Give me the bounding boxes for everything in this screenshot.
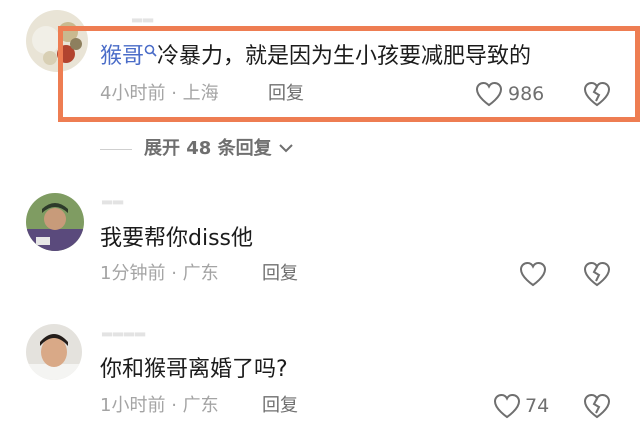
meta-separator: · bbox=[171, 395, 177, 416]
like-count: 74 bbox=[525, 395, 550, 417]
comment-location: 上海 bbox=[182, 83, 219, 104]
expand-replies-label: 展开 48 条回复 bbox=[144, 138, 272, 159]
reply-button[interactable]: 回复 bbox=[262, 394, 298, 418]
comment-meta: 4小时前 · 上海 bbox=[100, 82, 219, 106]
reply-button[interactable]: 回复 bbox=[268, 82, 304, 106]
faded-username: ▂▂▂▂ bbox=[102, 322, 146, 337]
faded-username: ▂▂ bbox=[132, 8, 154, 23]
chevron-down-icon bbox=[278, 137, 294, 161]
expand-divider bbox=[100, 149, 132, 150]
author-username[interactable]: 猴哥 bbox=[100, 44, 144, 69]
dislike-heart-icon[interactable] bbox=[583, 81, 611, 107]
heart-icon[interactable] bbox=[493, 393, 521, 419]
like-count: 986 bbox=[508, 83, 545, 105]
comment-location: 广东 bbox=[182, 263, 219, 284]
comment-body: 我要帮你diss他 bbox=[100, 226, 254, 251]
avatar[interactable] bbox=[26, 193, 84, 251]
comment-time: 1分钟前 bbox=[100, 263, 166, 284]
heart-icon[interactable] bbox=[475, 81, 503, 107]
comment-body: 你和猴哥离婚了吗? bbox=[100, 357, 288, 382]
expand-replies-button[interactable]: 展开 48 条回复 bbox=[144, 137, 294, 161]
comment-meta: 1小时前 · 广东 bbox=[100, 394, 219, 418]
meta-separator: · bbox=[171, 263, 177, 284]
meta-separator: · bbox=[171, 83, 177, 104]
comment-time: 1小时前 bbox=[100, 395, 166, 416]
comment-text: 猴哥 冷暴力，就是因为生小孩要减肥导致的 bbox=[100, 42, 531, 72]
highlighted-comment-box bbox=[58, 26, 640, 122]
comment-meta: 1分钟前 · 广东 bbox=[100, 262, 219, 286]
heart-icon[interactable] bbox=[519, 261, 547, 287]
dislike-heart-icon[interactable] bbox=[583, 393, 611, 419]
comment-body: 冷暴力，就是因为生小孩要减肥导致的 bbox=[157, 44, 532, 69]
comment-time: 4小时前 bbox=[100, 83, 166, 104]
avatar[interactable] bbox=[26, 324, 82, 380]
comment-location: 广东 bbox=[182, 395, 219, 416]
dislike-heart-icon[interactable] bbox=[583, 261, 611, 287]
faded-username: ▂▂ bbox=[102, 190, 124, 205]
search-icon[interactable] bbox=[144, 44, 157, 57]
reply-button[interactable]: 回复 bbox=[262, 262, 298, 286]
